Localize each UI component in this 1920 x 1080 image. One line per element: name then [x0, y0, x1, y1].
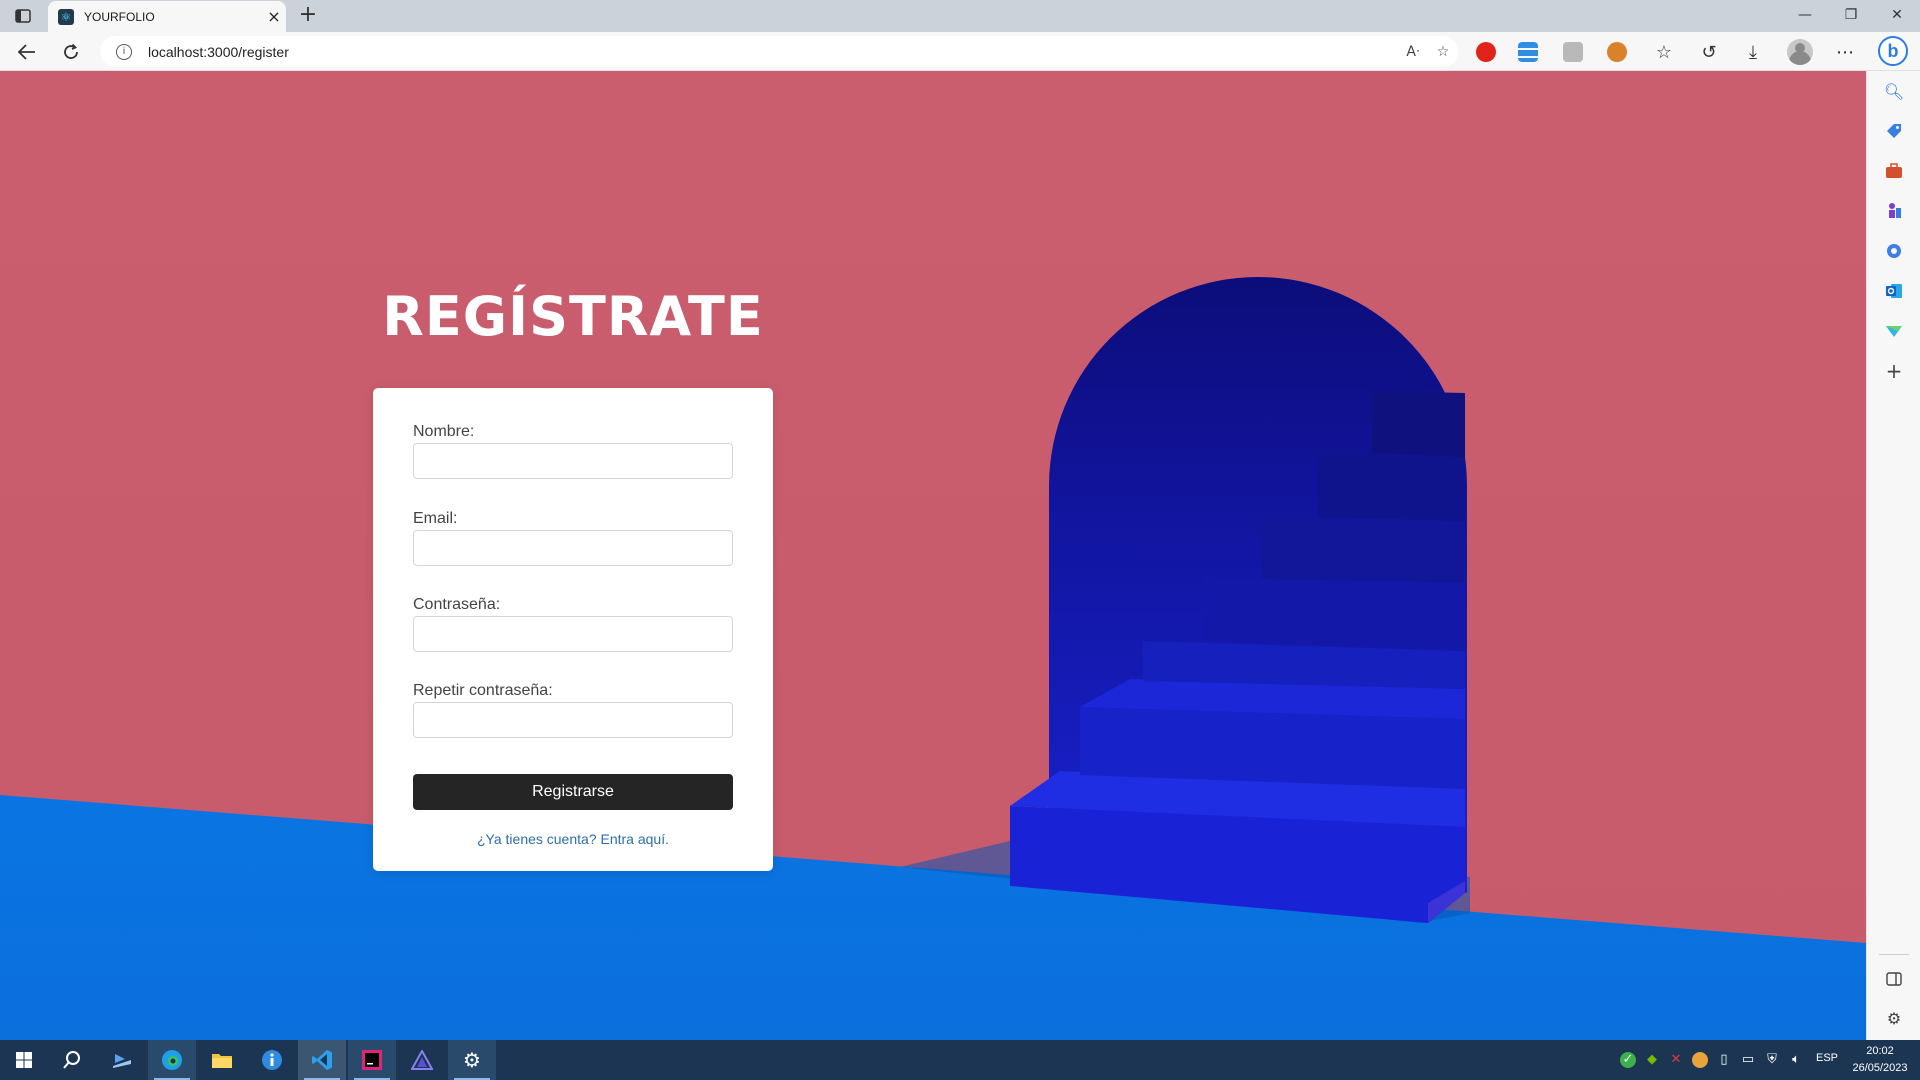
favorites-button[interactable]: ☆	[1651, 39, 1677, 65]
tray-nvidia-icon[interactable]: ◆	[1644, 1052, 1660, 1068]
tools-briefcase-icon[interactable]	[1884, 161, 1904, 181]
triangle-app-icon	[411, 1050, 433, 1070]
profile-avatar[interactable]	[1787, 39, 1813, 65]
close-window-button[interactable]: ✕	[1874, 0, 1920, 32]
taskbar-app-jetbrains[interactable]	[348, 1040, 396, 1080]
tray-network-icon[interactable]: ▭	[1740, 1052, 1756, 1068]
browser-tab-strip: ⚛ YOURFOLIO × + — ❐ ✕	[0, 0, 1920, 32]
jetbrains-icon	[362, 1050, 382, 1070]
login-link[interactable]: ¿Ya tienes cuenta? Entra aquí.	[373, 831, 773, 847]
extension-lines-icon[interactable]	[1518, 42, 1538, 62]
tray-volume-icon[interactable]: 🔈︎	[1788, 1052, 1804, 1068]
taskbar-app-settings[interactable]: ⚙	[448, 1040, 496, 1080]
taskbar-app-file-explorer[interactable]	[198, 1040, 246, 1080]
history-button[interactable]: ↺	[1696, 39, 1722, 65]
restore-button[interactable]: ❐	[1828, 0, 1874, 32]
tab-actions-icon	[15, 9, 31, 23]
clock-date: 26/05/2023	[1852, 1062, 1908, 1074]
close-tab-icon[interactable]: ×	[262, 7, 286, 26]
tray-defender-icon[interactable]: ⛨	[1764, 1052, 1780, 1068]
password-label: Contraseña:	[413, 596, 501, 613]
register-form-card: Nombre: Email: Contraseña: Repetir contr…	[373, 388, 773, 871]
tray-chrome-icon[interactable]	[1692, 1052, 1708, 1068]
vscode-icon	[312, 1050, 332, 1070]
new-tab-button[interactable]: +	[295, 3, 321, 29]
windows-taskbar: ⚙ ✓ ◆ ✕ ▯ ▭ ⛨ 🔈︎ ESP 20:02 26/05/2023	[0, 1040, 1920, 1080]
register-button[interactable]: Registrarse	[413, 774, 733, 810]
bing-copilot-button[interactable]: b	[1878, 36, 1908, 66]
folder-icon	[212, 1054, 232, 1068]
taskbar-search-button[interactable]	[48, 1040, 96, 1080]
page-title: REGÍSTRATE	[382, 285, 764, 348]
windows-logo-icon	[16, 1052, 32, 1068]
name-input[interactable]	[413, 443, 733, 479]
taskbar-app-vscode[interactable]	[298, 1040, 346, 1080]
more-dots-icon: ⋯	[1836, 41, 1854, 63]
more-menu-button[interactable]: ⋯	[1832, 39, 1858, 65]
sidebar-divider	[1879, 954, 1909, 955]
search-icon	[63, 1051, 80, 1069]
start-button[interactable]	[0, 1040, 48, 1080]
add-favorite-icon[interactable]: ☆	[1428, 44, 1458, 60]
extension-gray-icon[interactable]	[1563, 42, 1583, 62]
floor-plane	[0, 795, 1866, 1040]
drop-send-icon[interactable]	[1884, 321, 1904, 341]
background-illustration	[0, 277, 1866, 1040]
add-sidebar-app-icon[interactable]: +	[1884, 359, 1904, 383]
email-label: Email:	[413, 510, 458, 527]
edge-sidebar: 🔍︎ + ⚙	[1866, 71, 1920, 1040]
tray-usb-icon[interactable]: ▯	[1716, 1052, 1732, 1068]
page-viewport: REGÍSTRATE Nombre: Email: Contraseña: Re…	[0, 71, 1866, 1040]
tray-security-icon[interactable]: ✓	[1620, 1052, 1636, 1068]
browser-tab-active[interactable]: ⚛ YOURFOLIO ×	[48, 1, 286, 32]
games-chess-icon[interactable]	[1884, 201, 1904, 221]
sidebar-settings-gear-icon[interactable]: ⚙	[1884, 1008, 1904, 1028]
address-bar[interactable]: i localhost:3000/register Aᐧ ☆	[100, 36, 1458, 67]
settings-gear-icon: ⚙	[463, 1048, 481, 1072]
tab-title: YOURFOLIO	[84, 9, 155, 24]
taskbar-app-vpn[interactable]	[398, 1040, 446, 1080]
repeat-password-label: Repetir contraseña:	[413, 682, 553, 699]
email-input[interactable]	[413, 530, 733, 566]
minimize-button[interactable]: —	[1782, 0, 1828, 32]
repeat-password-input[interactable]	[413, 702, 733, 738]
back-button[interactable]	[14, 39, 40, 65]
search-icon[interactable]: 🔍︎	[1884, 81, 1904, 101]
clock-time: 20:02	[1866, 1045, 1894, 1057]
taskbar-app-edge[interactable]	[148, 1040, 196, 1080]
taskbar-clock[interactable]: 20:02 26/05/2023	[1848, 1043, 1912, 1077]
read-aloud-icon[interactable]: Aᐧ	[1398, 44, 1428, 60]
taskbar-app-pen[interactable]	[98, 1040, 146, 1080]
url-text[interactable]: localhost:3000/register	[148, 44, 1398, 60]
taskbar-app-info[interactable]	[248, 1040, 296, 1080]
download-icon: ⤓	[1749, 41, 1757, 63]
hide-sidebar-icon[interactable]	[1884, 969, 1904, 989]
history-icon: ↺	[1701, 41, 1717, 63]
window-controls: — ❐ ✕	[1782, 0, 1920, 32]
refresh-button[interactable]	[58, 39, 84, 65]
site-info-icon[interactable]: i	[116, 43, 132, 60]
react-icon: ⚛	[58, 8, 74, 25]
browser-toolbar: i localhost:3000/register Aᐧ ☆ ☆ ↺ ⤓ ⋯	[0, 32, 1920, 71]
shopping-tag-icon[interactable]	[1884, 121, 1904, 141]
info-app-icon	[262, 1050, 282, 1070]
downloads-button[interactable]: ⤓	[1740, 39, 1766, 65]
tab-actions-menu-button[interactable]	[10, 4, 36, 28]
password-input[interactable]	[413, 616, 733, 652]
tray-app-red-icon[interactable]: ✕	[1668, 1052, 1684, 1068]
language-indicator[interactable]: ESP	[1816, 1052, 1838, 1064]
pen-app-icon	[113, 1054, 131, 1068]
edge-icon	[162, 1050, 182, 1070]
name-label: Nombre:	[413, 423, 475, 440]
microsoft-365-icon[interactable]	[1884, 241, 1904, 261]
extension-bug-icon[interactable]	[1607, 42, 1627, 62]
opera-extension-icon[interactable]	[1476, 42, 1496, 62]
back-arrow-icon	[18, 44, 35, 60]
outlook-icon[interactable]	[1884, 281, 1904, 301]
favorites-icon: ☆	[1655, 41, 1673, 63]
refresh-icon	[64, 43, 78, 59]
